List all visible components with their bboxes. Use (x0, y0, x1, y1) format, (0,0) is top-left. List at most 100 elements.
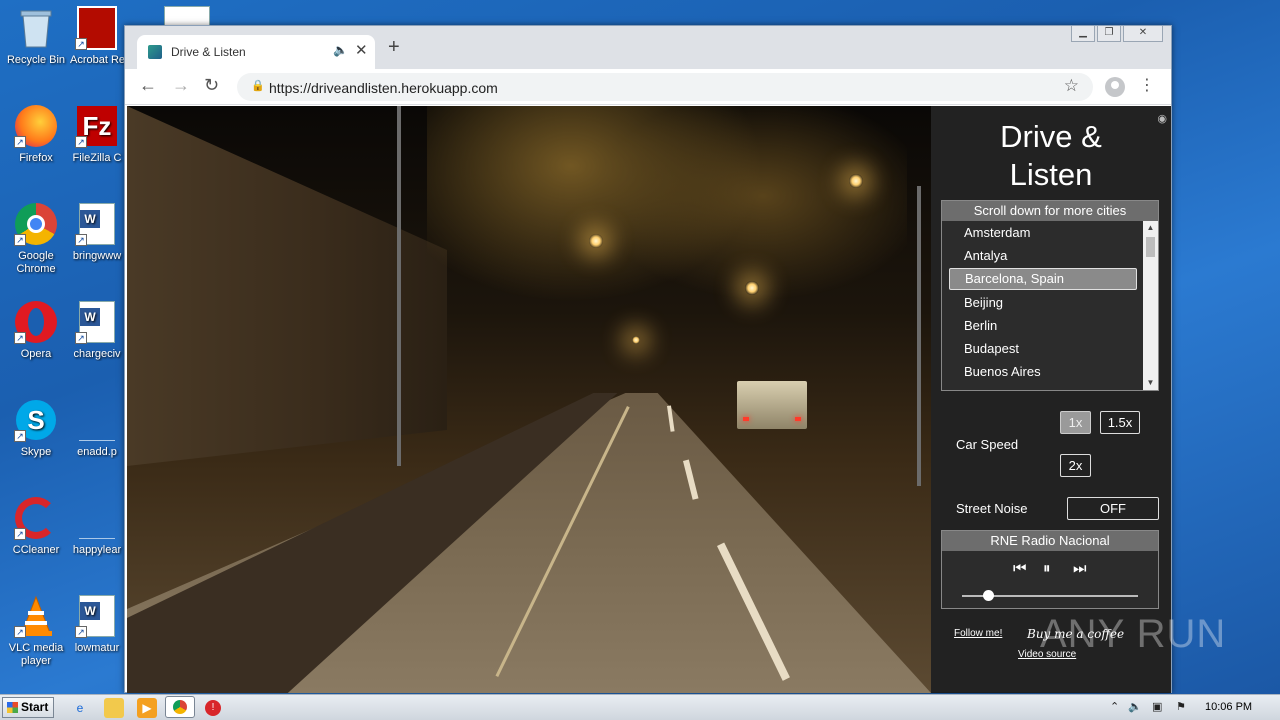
new-tab-button[interactable]: + (388, 37, 400, 57)
file-icon (75, 398, 119, 442)
minimize-button[interactable]: ▁ (1071, 26, 1095, 42)
window-controls: ▁ ❐ ✕ (1071, 26, 1163, 42)
control-panel: ◉ Drive & Listen Scroll down for more ci… (931, 106, 1171, 693)
speed-2x-button[interactable]: 2x (1060, 454, 1091, 477)
network-tray-icon[interactable]: ▣ (1152, 700, 1162, 713)
opera-taskbar-icon[interactable]: ! (205, 700, 221, 716)
volume-tray-icon[interactable]: 🔈 (1128, 700, 1142, 713)
tab-title: Drive & Listen (171, 45, 246, 59)
desktop-icon-enadd[interactable]: enadd.p (70, 398, 124, 459)
scroll-up-arrow-icon[interactable]: ▲ (1143, 221, 1158, 235)
desktop-icon-chrome[interactable]: ↗ Google Chrome (0, 202, 72, 276)
city-item[interactable]: Buenos Aires (942, 360, 1144, 383)
scroll-down-arrow-icon[interactable]: ▼ (1143, 376, 1158, 390)
tray-expand-icon[interactable]: ⌃ (1110, 700, 1119, 713)
city-list[interactable]: Amsterdam Antalya Barcelona, Spain Beiji… (942, 221, 1144, 390)
bookmark-star-icon[interactable]: ☆ (1064, 76, 1079, 96)
radio-player: RNE Radio Nacional ⏮ ⏸ ⏭ (941, 530, 1159, 609)
lamp-pole (917, 186, 921, 486)
url-text: https://driveandlisten.herokuapp.com (269, 80, 498, 96)
recycle-bin-icon (14, 6, 58, 50)
word-doc-icon: W ↗ (75, 202, 119, 246)
media-player-icon[interactable]: ▶ (137, 698, 157, 718)
audio-playing-icon[interactable]: 🔈 (333, 43, 348, 57)
lamp-pole (397, 106, 401, 466)
anyrun-watermark: ANY RUN (1040, 612, 1227, 656)
chrome-icon: ↗ (14, 202, 58, 246)
close-window-button[interactable]: ✕ (1123, 26, 1163, 42)
browser-tab[interactable]: Drive & Listen 🔈 ✕ (137, 35, 375, 69)
desktop-icon-firefox[interactable]: ↗ Firefox (0, 104, 72, 165)
lock-icon: 🔒 (251, 80, 265, 92)
browser-toolbar: ← → ↻ 🔒 https://driveandlisten.herokuapp… (125, 69, 1171, 105)
city-list-header: Scroll down for more cities (942, 201, 1158, 221)
shortcut-arrow-icon: ↗ (75, 332, 87, 344)
desktop-icon-acrobat[interactable]: ↗ Acrobat Reader (70, 6, 124, 67)
ccleaner-icon: ↗ (14, 496, 58, 540)
address-bar[interactable]: 🔒 https://driveandlisten.herokuapp.com ☆ (237, 73, 1093, 101)
profile-avatar-icon[interactable] (1105, 77, 1125, 97)
acrobat-icon: ↗ (75, 6, 119, 50)
desktop-icon-chargeciv[interactable]: W ↗ chargeciv (70, 300, 124, 361)
desktop-icon-ccleaner[interactable]: ↗ CCleaner (0, 496, 72, 557)
desktop-icon-filezilla[interactable]: Fz ↗ FileZilla C (70, 104, 124, 165)
desktop-icon-happylear[interactable]: happylear (70, 496, 124, 557)
radio-station-name: RNE Radio Nacional (942, 531, 1158, 551)
ie-icon[interactable]: e (70, 698, 90, 718)
street-light (589, 234, 603, 248)
previous-station-icon[interactable]: ⏮ (1013, 560, 1027, 577)
volume-slider-knob[interactable] (983, 590, 995, 601)
page-content: ◉ Drive & Listen Scroll down for more ci… (127, 106, 1171, 693)
app-title: Drive & Listen (1000, 119, 1102, 192)
street-noise-label: Street Noise (956, 501, 1028, 516)
file-icon (75, 496, 119, 540)
desktop-icon-bringwww[interactable]: W ↗ bringwww (70, 202, 124, 263)
pause-icon[interactable]: ⏸ (1043, 560, 1051, 577)
action-center-flag-icon[interactable]: ⚑ (1176, 700, 1186, 713)
maximize-button[interactable]: ❐ (1097, 26, 1121, 42)
city-list-scrollbar[interactable]: ▲ ▼ (1143, 221, 1158, 390)
street-light (745, 281, 759, 295)
desktop-icon-recycle-bin[interactable]: Recycle Bin (0, 6, 72, 67)
city-item[interactable]: Berlin (942, 314, 1144, 337)
speed-1-5x-button[interactable]: 1.5x (1100, 411, 1140, 434)
favicon-icon (148, 45, 162, 59)
city-item[interactable]: Beijing (942, 291, 1144, 314)
tail-light (795, 417, 801, 421)
next-station-icon[interactable]: ⏭ (1073, 560, 1087, 577)
trees (427, 106, 907, 406)
start-button[interactable]: Start (2, 697, 54, 718)
city-item[interactable]: Budapest (942, 337, 1144, 360)
speed-1x-button[interactable]: 1x (1060, 411, 1091, 434)
clock[interactable]: 10:06 PM (1205, 701, 1252, 713)
city-selector: Scroll down for more cities Amsterdam An… (941, 200, 1159, 391)
street-light (632, 336, 640, 344)
car-speed-label: Car Speed (956, 437, 1019, 452)
filezilla-icon: Fz ↗ (75, 104, 119, 148)
street-noise-toggle[interactable]: OFF (1067, 497, 1159, 520)
shortcut-arrow-icon: ↗ (14, 234, 26, 246)
explorer-folder-icon[interactable] (104, 698, 124, 718)
back-icon[interactable]: ← (139, 75, 157, 95)
city-item[interactable]: Antalya (942, 244, 1144, 267)
reload-icon[interactable]: ↻ (204, 75, 219, 95)
desktop-icon-skype[interactable]: S ↗ Skype (0, 398, 72, 459)
shortcut-arrow-icon: ↗ (75, 626, 87, 638)
city-item[interactable]: Amsterdam (942, 221, 1144, 244)
city-item-selected[interactable]: Barcelona, Spain (949, 268, 1137, 290)
desktop-icon-lowmatur[interactable]: W ↗ lowmatur (70, 594, 124, 655)
desktop-icon-vlc[interactable]: ↗ VLC media player (0, 594, 72, 668)
browser-window: Drive & Listen 🔈 ✕ + ▁ ❐ ✕ ← → ↻ 🔒 https… (124, 25, 1172, 693)
desktop-icon-opera[interactable]: ↗ Opera (0, 300, 72, 361)
kebab-menu-icon[interactable]: ⋮ (1139, 75, 1155, 95)
skype-icon: S ↗ (14, 398, 58, 442)
follow-me-link[interactable]: Follow me! (954, 628, 1002, 639)
shortcut-arrow-icon: ↗ (14, 528, 26, 540)
scroll-thumb[interactable] (1146, 237, 1155, 257)
windows-logo-icon (7, 702, 18, 713)
forward-icon[interactable]: → (172, 75, 190, 95)
taskbar-chrome-icon[interactable] (165, 696, 195, 718)
word-doc-icon (164, 6, 210, 26)
word-doc-icon: W ↗ (75, 594, 119, 638)
tab-close-icon[interactable]: ✕ (355, 41, 368, 59)
